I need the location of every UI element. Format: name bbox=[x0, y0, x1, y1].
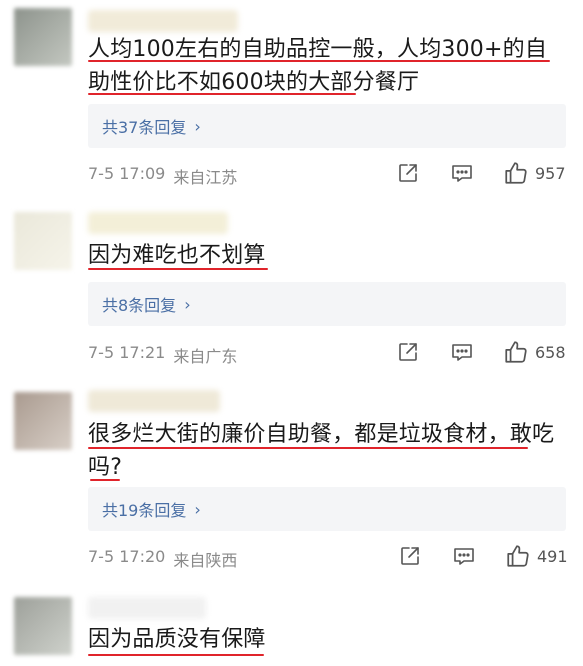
underline-mark bbox=[88, 60, 550, 62]
chevron-right-icon: › bbox=[194, 116, 201, 136]
underline-mark bbox=[88, 93, 356, 95]
comment-icon bbox=[454, 548, 474, 565]
thumbs-up-icon bbox=[505, 162, 527, 184]
chevron-right-icon: › bbox=[184, 294, 191, 314]
replies-link[interactable]: 共37条回复 › bbox=[88, 104, 566, 148]
username-blurred[interactable] bbox=[88, 10, 238, 32]
location: 来自广东 bbox=[173, 347, 238, 366]
timestamp: 7-5 17:20 bbox=[88, 547, 166, 566]
avatar[interactable] bbox=[14, 597, 72, 655]
comment-button[interactable] bbox=[452, 544, 476, 568]
comment-icon bbox=[452, 344, 472, 361]
replies-label: 共37条回复 bbox=[102, 118, 187, 137]
share-icon bbox=[399, 343, 417, 361]
like-count: 658 bbox=[535, 342, 566, 362]
share-icon bbox=[401, 547, 419, 565]
location: 来自江苏 bbox=[173, 168, 238, 187]
share-button[interactable] bbox=[396, 340, 420, 364]
like-count: 491 bbox=[537, 546, 568, 566]
comment-item: 因为难吃也不划算 共8条回复 › 7-5 17:21 来自广东 658 bbox=[0, 200, 583, 380]
comment-item: 人均100左右的自助品控一般，人均300+的自助性价比不如600块的大部分餐厅 … bbox=[0, 0, 583, 200]
comment-icon bbox=[452, 165, 472, 182]
thumbs-up-icon bbox=[507, 545, 529, 567]
username-blurred[interactable] bbox=[88, 390, 220, 412]
share-icon bbox=[399, 164, 417, 182]
avatar[interactable] bbox=[14, 212, 72, 270]
like-count: 957 bbox=[535, 163, 566, 183]
underline-mark bbox=[88, 654, 264, 656]
replies-link[interactable]: 共8条回复 › bbox=[88, 282, 566, 326]
replies-label: 共19条回复 bbox=[102, 501, 187, 520]
comment-text: 人均100左右的自助品控一般，人均300+的自助性价比不如600块的大部分餐厅 bbox=[88, 37, 548, 95]
underline-mark bbox=[88, 447, 528, 449]
comment-button[interactable] bbox=[450, 161, 474, 185]
chevron-right-icon: › bbox=[194, 499, 201, 519]
like-button[interactable]: 658 bbox=[503, 339, 566, 365]
share-button[interactable] bbox=[398, 544, 422, 568]
username-blurred[interactable] bbox=[88, 212, 228, 234]
like-button[interactable]: 957 bbox=[503, 160, 566, 186]
underline-mark bbox=[90, 479, 120, 481]
thumbs-up-icon bbox=[505, 341, 527, 363]
like-button[interactable]: 491 bbox=[505, 543, 568, 569]
comment-item: 很多烂大街的廉价自助餐，都是垃圾食材，敢吃吗? 共19条回复 › 7-5 17:… bbox=[0, 380, 583, 585]
replies-label: 共8条回复 bbox=[102, 296, 177, 315]
comment-text: 因为品质没有保障 bbox=[88, 627, 266, 652]
username-blurred[interactable] bbox=[88, 597, 206, 619]
share-button[interactable] bbox=[396, 161, 420, 185]
timestamp: 7-5 17:09 bbox=[88, 164, 166, 183]
comment-meta: 7-5 17:20 来自陕西 bbox=[88, 547, 237, 571]
comment-text: 很多烂大街的廉价自助餐，都是垃圾食材，敢吃吗? bbox=[88, 422, 555, 480]
location: 来自陕西 bbox=[173, 551, 238, 570]
comment-button[interactable] bbox=[450, 340, 474, 364]
avatar[interactable] bbox=[14, 8, 72, 66]
comment-meta: 7-5 17:21 来自广东 bbox=[88, 343, 237, 367]
timestamp: 7-5 17:21 bbox=[88, 343, 166, 362]
underline-mark bbox=[88, 268, 268, 270]
replies-link[interactable]: 共19条回复 › bbox=[88, 487, 566, 531]
comment-item: 因为品质没有保障 bbox=[0, 585, 583, 666]
comment-meta: 7-5 17:09 来自江苏 bbox=[88, 164, 237, 188]
avatar[interactable] bbox=[14, 392, 72, 450]
